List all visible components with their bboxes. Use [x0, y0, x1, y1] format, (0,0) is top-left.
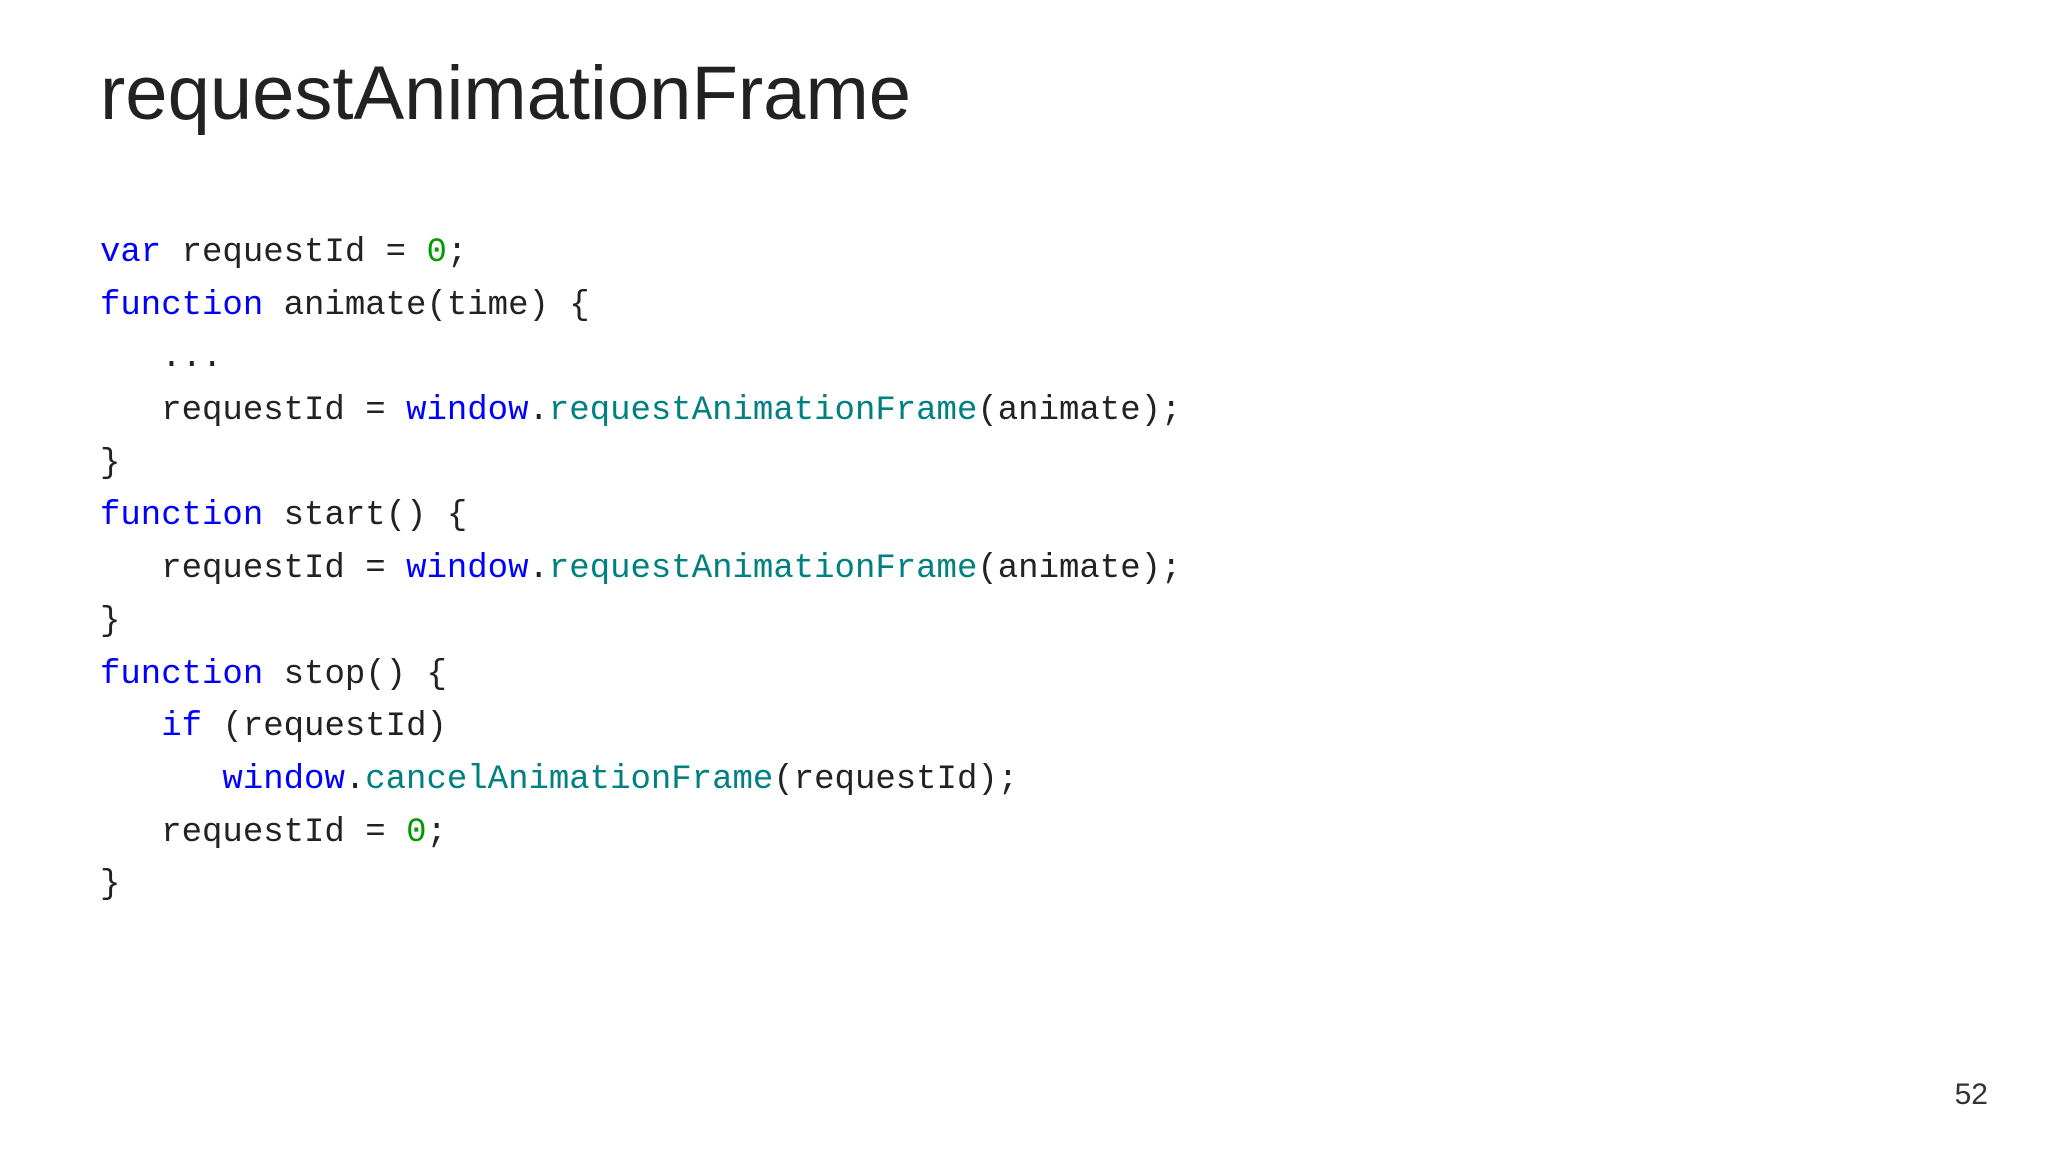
code-line-10: if (requestId) [100, 708, 447, 746]
code-text: requestId = [100, 392, 406, 430]
code-text: ... [100, 339, 222, 377]
code-text: (requestId); [773, 761, 1018, 799]
slide-title: requestAnimationFrame [100, 50, 1948, 137]
keyword-if: if [161, 708, 202, 746]
code-line-5: } [100, 445, 120, 483]
method-requestanimationframe: requestAnimationFrame [549, 392, 977, 430]
code-line-1: var requestId = 0; [100, 234, 467, 272]
keyword-var: var [100, 234, 161, 272]
method-requestanimationframe: requestAnimationFrame [549, 550, 977, 588]
identifier-window: window [222, 761, 344, 799]
code-punct: . [345, 761, 365, 799]
code-line-8: } [100, 603, 120, 641]
code-text: requestId = [161, 234, 426, 272]
code-text: requestId = [100, 814, 406, 852]
keyword-function: function [100, 497, 263, 535]
code-line-4: requestId = window.requestAnimationFrame… [100, 392, 1181, 430]
code-text: requestId = [100, 550, 406, 588]
code-line-2: function animate(time) { [100, 287, 590, 325]
code-text: (animate); [977, 550, 1181, 588]
number-literal: 0 [406, 814, 426, 852]
code-text [100, 761, 222, 799]
code-line-3: ... [100, 339, 222, 377]
slide: requestAnimationFrame var requestId = 0;… [0, 0, 2048, 1152]
code-text: (requestId) [202, 708, 447, 746]
identifier-window: window [406, 392, 528, 430]
code-punct: } [100, 603, 120, 641]
keyword-function: function [100, 287, 263, 325]
code-text: (animate); [977, 392, 1181, 430]
code-punct: } [100, 445, 120, 483]
code-line-11: window.cancelAnimationFrame(requestId); [100, 761, 1018, 799]
code-text [100, 708, 161, 746]
code-punct: } [100, 866, 120, 904]
code-block: var requestId = 0; function animate(time… [100, 227, 1948, 912]
method-cancelanimationframe: cancelAnimationFrame [365, 761, 773, 799]
code-punct: ; [447, 234, 467, 272]
page-number: 52 [1955, 1078, 1988, 1112]
number-literal: 0 [426, 234, 446, 272]
code-line-7: requestId = window.requestAnimationFrame… [100, 550, 1181, 588]
code-text: animate(time) { [263, 287, 589, 325]
code-punct: ; [426, 814, 446, 852]
keyword-function: function [100, 656, 263, 694]
identifier-window: window [406, 550, 528, 588]
code-text: stop() { [263, 656, 447, 694]
code-punct: . [528, 550, 548, 588]
code-text: start() { [263, 497, 467, 535]
code-line-13: } [100, 866, 120, 904]
code-line-6: function start() { [100, 497, 467, 535]
code-punct: . [528, 392, 548, 430]
code-line-9: function stop() { [100, 656, 447, 694]
code-line-12: requestId = 0; [100, 814, 447, 852]
